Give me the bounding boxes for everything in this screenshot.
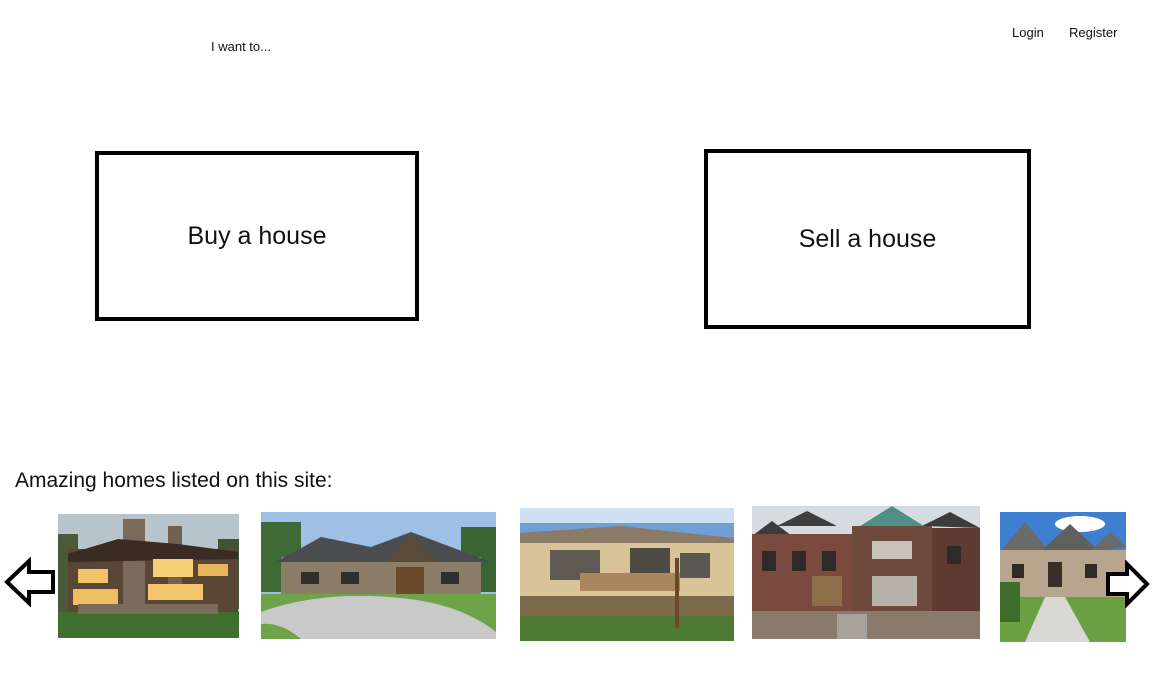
buy-house-label: Buy a house (187, 221, 327, 250)
intro-text: I want to... (211, 39, 271, 54)
register-link[interactable]: Register (1069, 25, 1117, 40)
sell-house-button[interactable]: Sell a house (704, 149, 1031, 329)
arrow-left-icon (4, 556, 55, 608)
carousel-prev-button[interactable] (4, 556, 56, 608)
carousel-next-button[interactable] (1104, 559, 1150, 609)
home-photo-2-image (261, 512, 496, 639)
sell-house-label: Sell a house (798, 224, 937, 253)
listings-heading: Amazing homes listed on this site: (15, 469, 333, 492)
home-photo-1-image (58, 514, 239, 638)
home-photo-3[interactable] (520, 508, 734, 641)
home-photo-3-image (520, 508, 734, 641)
home-photo-4[interactable] (752, 506, 980, 639)
home-photo-1[interactable] (58, 514, 239, 638)
buy-house-button[interactable]: Buy a house (95, 151, 419, 321)
login-link[interactable]: Login (1012, 25, 1044, 40)
arrow-right-icon (1106, 559, 1150, 609)
home-photo-2[interactable] (261, 512, 496, 639)
home-photo-4-image (752, 506, 980, 639)
